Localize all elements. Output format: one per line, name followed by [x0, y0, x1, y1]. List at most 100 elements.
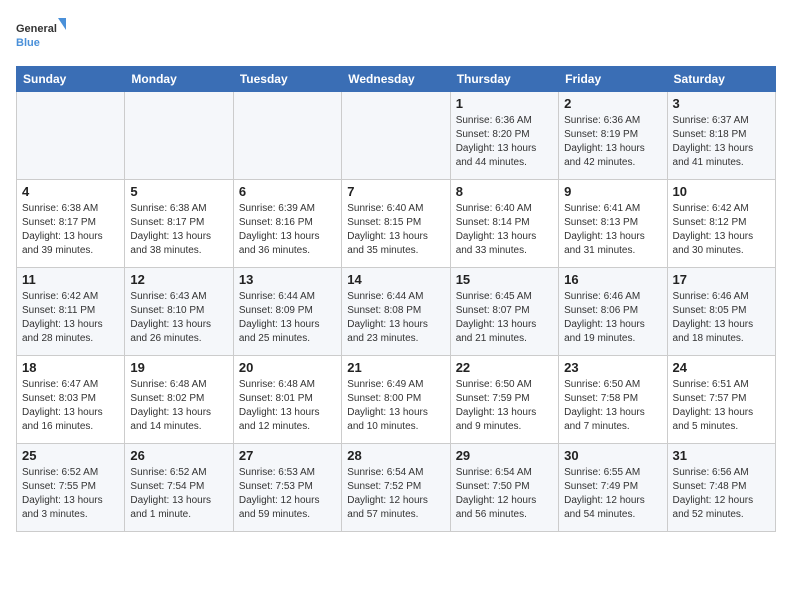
day-number: 28: [347, 448, 444, 463]
cell-info: Sunrise: 6:36 AM Sunset: 8:19 PM Dayligh…: [564, 114, 661, 170]
calendar-cell: 7 Sunrise: 6:40 AM Sunset: 8:15 PM Daylig…: [342, 180, 450, 268]
calendar-week-2: 4Sunrise: 6:38 AM Sunset: 8:17 PM Daylig…: [17, 180, 776, 268]
cell-info: Sunrise: 6:50 AM Sunset: 7:58 PM Dayligh…: [564, 378, 661, 434]
day-number: 3: [673, 96, 770, 111]
day-number: 25: [22, 448, 119, 463]
day-number: 26: [130, 448, 227, 463]
day-number: 19: [130, 360, 227, 375]
calendar-cell: 2 Sunrise: 6:36 AM Sunset: 8:19 PM Daylig…: [559, 92, 667, 180]
col-header-wednesday: Wednesday: [342, 67, 450, 92]
calendar-cell: 16 Sunrise: 6:46 AM Sunset: 8:06 PM Dayli…: [559, 268, 667, 356]
calendar-cell: 29 Sunrise: 6:54 AM Sunset: 7:50 PM Dayli…: [450, 444, 558, 532]
day-number: 22: [456, 360, 553, 375]
cell-info: Sunrise: 6:49 AM Sunset: 8:00 PM Dayligh…: [347, 378, 444, 434]
calendar-cell: 28 Sunrise: 6:54 AM Sunset: 7:52 PM Dayli…: [342, 444, 450, 532]
calendar-cell: 19 Sunrise: 6:48 AM Sunset: 8:02 PM Dayli…: [125, 356, 233, 444]
day-number: 16: [564, 272, 661, 287]
calendar-cell: 12 Sunrise: 6:43 AM Sunset: 8:10 PM Dayli…: [125, 268, 233, 356]
cell-info: Sunrise: 6:55 AM Sunset: 7:49 PM Dayligh…: [564, 466, 661, 522]
calendar-cell: 14Sunrise: 6:44 AM Sunset: 8:08 PM Dayli…: [342, 268, 450, 356]
cell-info: Sunrise: 6:37 AM Sunset: 8:18 PM Dayligh…: [673, 114, 770, 170]
cell-info: Sunrise: 6:38 AM Sunset: 8:17 PM Dayligh…: [22, 202, 119, 258]
col-header-friday: Friday: [559, 67, 667, 92]
cell-info: Sunrise: 6:46 AM Sunset: 8:05 PM Dayligh…: [673, 290, 770, 346]
calendar-header-row: SundayMondayTuesdayWednesdayThursdayFrid…: [17, 67, 776, 92]
day-number: 7: [347, 184, 444, 199]
calendar-cell: 11 Sunrise: 6:42 AM Sunset: 8:11 PM Dayli…: [17, 268, 125, 356]
day-number: 10: [673, 184, 770, 199]
day-number: 8: [456, 184, 553, 199]
cell-info: Sunrise: 6:45 AM Sunset: 8:07 PM Dayligh…: [456, 290, 553, 346]
calendar-cell: [125, 92, 233, 180]
svg-text:General: General: [16, 23, 57, 35]
cell-info: Sunrise: 6:43 AM Sunset: 8:10 PM Dayligh…: [130, 290, 227, 346]
day-number: 13: [239, 272, 336, 287]
cell-info: Sunrise: 6:39 AM Sunset: 8:16 PM Dayligh…: [239, 202, 336, 258]
calendar-cell: 15Sunrise: 6:45 AM Sunset: 8:07 PM Dayli…: [450, 268, 558, 356]
calendar-cell: 27 Sunrise: 6:53 AM Sunset: 7:53 PM Dayli…: [233, 444, 341, 532]
day-number: 20: [239, 360, 336, 375]
col-header-thursday: Thursday: [450, 67, 558, 92]
day-number: 12: [130, 272, 227, 287]
calendar-week-4: 18 Sunrise: 6:47 AM Sunset: 8:03 PM Dayli…: [17, 356, 776, 444]
calendar-cell: 22Sunrise: 6:50 AM Sunset: 7:59 PM Dayli…: [450, 356, 558, 444]
calendar-cell: 6Sunrise: 6:39 AM Sunset: 8:16 PM Daylig…: [233, 180, 341, 268]
col-header-saturday: Saturday: [667, 67, 775, 92]
day-number: 11: [22, 272, 119, 287]
day-number: 2: [564, 96, 661, 111]
day-number: 18: [22, 360, 119, 375]
calendar-cell: 3 Sunrise: 6:37 AM Sunset: 8:18 PM Daylig…: [667, 92, 775, 180]
cell-info: Sunrise: 6:41 AM Sunset: 8:13 PM Dayligh…: [564, 202, 661, 258]
calendar-cell: 8 Sunrise: 6:40 AM Sunset: 8:14 PM Daylig…: [450, 180, 558, 268]
day-number: 29: [456, 448, 553, 463]
cell-info: Sunrise: 6:42 AM Sunset: 8:11 PM Dayligh…: [22, 290, 119, 346]
calendar-cell: [17, 92, 125, 180]
day-number: 23: [564, 360, 661, 375]
calendar-table: SundayMondayTuesdayWednesdayThursdayFrid…: [16, 66, 776, 532]
calendar-cell: 5 Sunrise: 6:38 AM Sunset: 8:17 PM Daylig…: [125, 180, 233, 268]
calendar-cell: 10 Sunrise: 6:42 AM Sunset: 8:12 PM Dayli…: [667, 180, 775, 268]
day-number: 1: [456, 96, 553, 111]
cell-info: Sunrise: 6:40 AM Sunset: 8:14 PM Dayligh…: [456, 202, 553, 258]
calendar-cell: 21 Sunrise: 6:49 AM Sunset: 8:00 PM Dayli…: [342, 356, 450, 444]
calendar-cell: 17 Sunrise: 6:46 AM Sunset: 8:05 PM Dayli…: [667, 268, 775, 356]
day-number: 17: [673, 272, 770, 287]
day-number: 5: [130, 184, 227, 199]
calendar-cell: 31Sunrise: 6:56 AM Sunset: 7:48 PM Dayli…: [667, 444, 775, 532]
logo: General Blue: [16, 16, 66, 56]
cell-info: Sunrise: 6:38 AM Sunset: 8:17 PM Dayligh…: [130, 202, 227, 258]
calendar-week-3: 11 Sunrise: 6:42 AM Sunset: 8:11 PM Dayli…: [17, 268, 776, 356]
page-header: General Blue: [16, 16, 776, 56]
day-number: 30: [564, 448, 661, 463]
col-header-tuesday: Tuesday: [233, 67, 341, 92]
cell-info: Sunrise: 6:53 AM Sunset: 7:53 PM Dayligh…: [239, 466, 336, 522]
calendar-cell: 26 Sunrise: 6:52 AM Sunset: 7:54 PM Dayli…: [125, 444, 233, 532]
calendar-cell: 1 Sunrise: 6:36 AM Sunset: 8:20 PM Daylig…: [450, 92, 558, 180]
day-number: 27: [239, 448, 336, 463]
calendar-cell: 18 Sunrise: 6:47 AM Sunset: 8:03 PM Dayli…: [17, 356, 125, 444]
calendar-cell: 23 Sunrise: 6:50 AM Sunset: 7:58 PM Dayli…: [559, 356, 667, 444]
cell-info: Sunrise: 6:52 AM Sunset: 7:55 PM Dayligh…: [22, 466, 119, 522]
calendar-cell: 30 Sunrise: 6:55 AM Sunset: 7:49 PM Dayli…: [559, 444, 667, 532]
col-header-monday: Monday: [125, 67, 233, 92]
cell-info: Sunrise: 6:48 AM Sunset: 8:02 PM Dayligh…: [130, 378, 227, 434]
calendar-week-5: 25 Sunrise: 6:52 AM Sunset: 7:55 PM Dayli…: [17, 444, 776, 532]
cell-info: Sunrise: 6:44 AM Sunset: 8:09 PM Dayligh…: [239, 290, 336, 346]
cell-info: Sunrise: 6:36 AM Sunset: 8:20 PM Dayligh…: [456, 114, 553, 170]
calendar-cell: 20 Sunrise: 6:48 AM Sunset: 8:01 PM Dayli…: [233, 356, 341, 444]
cell-info: Sunrise: 6:46 AM Sunset: 8:06 PM Dayligh…: [564, 290, 661, 346]
day-number: 9: [564, 184, 661, 199]
cell-info: Sunrise: 6:42 AM Sunset: 8:12 PM Dayligh…: [673, 202, 770, 258]
cell-info: Sunrise: 6:47 AM Sunset: 8:03 PM Dayligh…: [22, 378, 119, 434]
col-header-sunday: Sunday: [17, 67, 125, 92]
cell-info: Sunrise: 6:54 AM Sunset: 7:52 PM Dayligh…: [347, 466, 444, 522]
day-number: 21: [347, 360, 444, 375]
cell-info: Sunrise: 6:52 AM Sunset: 7:54 PM Dayligh…: [130, 466, 227, 522]
cell-info: Sunrise: 6:54 AM Sunset: 7:50 PM Dayligh…: [456, 466, 553, 522]
cell-info: Sunrise: 6:40 AM Sunset: 8:15 PM Dayligh…: [347, 202, 444, 258]
day-number: 24: [673, 360, 770, 375]
calendar-cell: [233, 92, 341, 180]
calendar-cell: 25 Sunrise: 6:52 AM Sunset: 7:55 PM Dayli…: [17, 444, 125, 532]
day-number: 14: [347, 272, 444, 287]
cell-info: Sunrise: 6:48 AM Sunset: 8:01 PM Dayligh…: [239, 378, 336, 434]
